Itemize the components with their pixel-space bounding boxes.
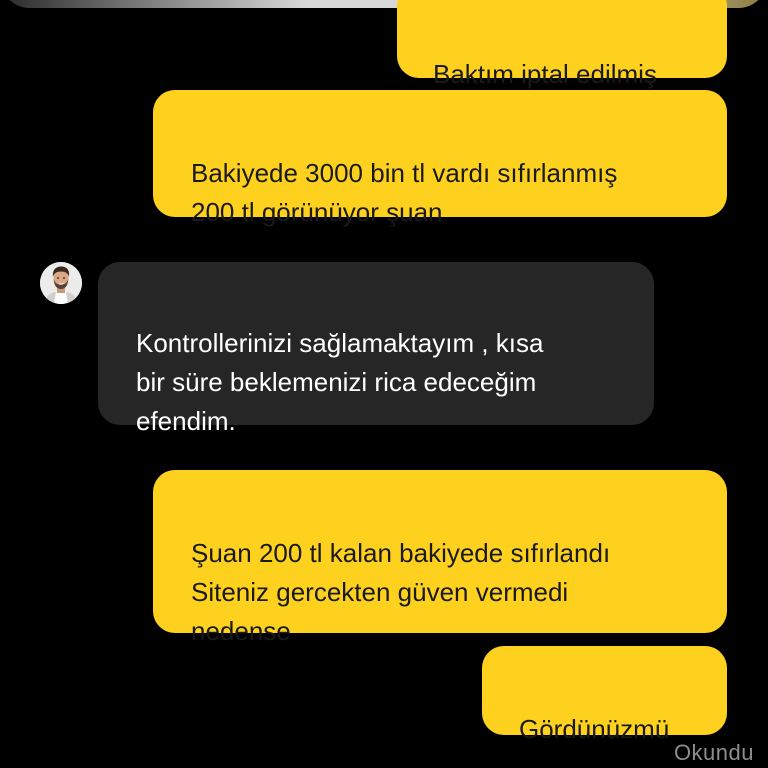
outgoing-message-bubble[interactable]: Baktım iptal edilmiş [397, 0, 727, 89]
message-text: Baktım iptal edilmiş [433, 59, 657, 89]
message-text: Şuan 200 tl kalan bakiyede sıfırlandı Si… [191, 538, 611, 646]
outgoing-message-bubble[interactable]: Gördünüzmü [482, 646, 727, 744]
message-text: Gördünüzmü [519, 714, 670, 744]
agent-avatar-icon[interactable] [40, 262, 82, 304]
read-status: Okundu [673, 740, 754, 765]
incoming-message-bubble[interactable]: Kontrollerinizi sağlamaktayım , kısa bir… [98, 262, 654, 436]
message-text: Bakiyede 3000 bin tl vardı sıfırlanmış 2… [191, 158, 618, 227]
outgoing-message-bubble[interactable]: Şuan 200 tl kalan bakiyede sıfırlandı Si… [153, 470, 727, 646]
message-text: Kontrollerinizi sağlamaktayım , kısa bir… [136, 328, 544, 436]
avatar-portrait [40, 262, 82, 304]
outgoing-message-bubble[interactable]: Bakiyede 3000 bin tl vardı sıfırlanmış 2… [153, 90, 727, 227]
